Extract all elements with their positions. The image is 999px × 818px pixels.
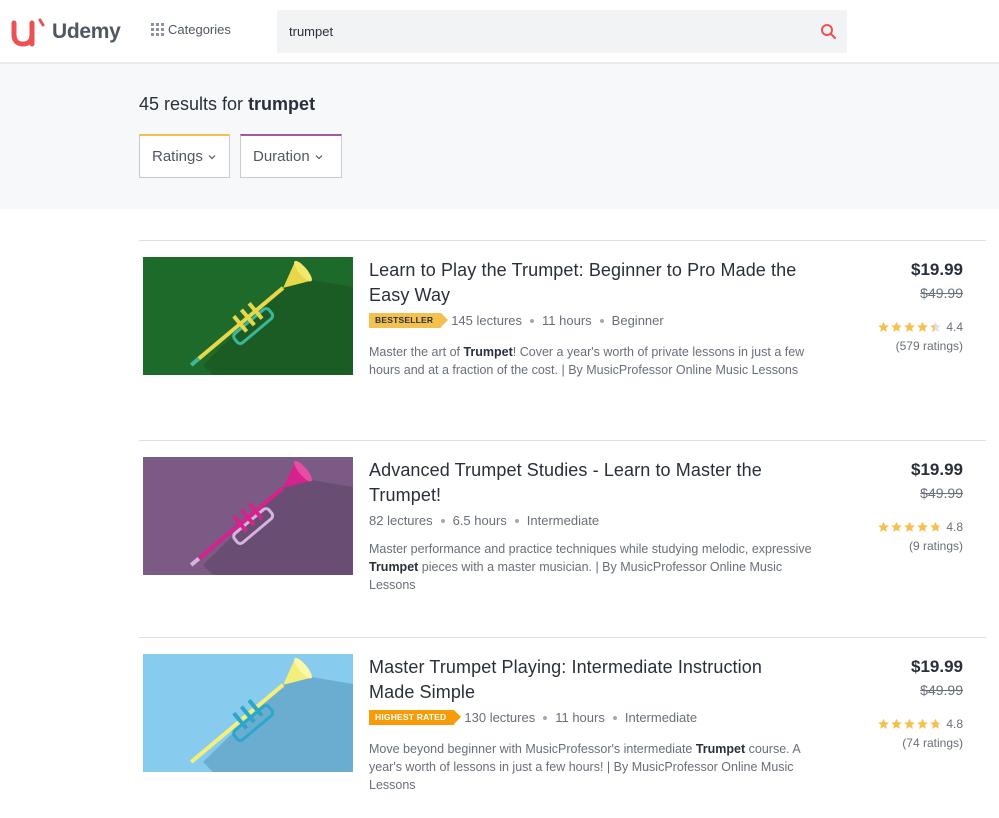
desc-text: Master performance and practice techniqu… xyxy=(369,542,812,556)
course-duration: 11 hours xyxy=(555,710,605,725)
search-bar xyxy=(277,10,847,53)
top-header: Udemy Categories xyxy=(0,0,999,64)
separator-dot xyxy=(599,318,604,323)
star-rating xyxy=(877,718,942,730)
results-count-prefix: 45 results for xyxy=(139,94,244,114)
star-icon xyxy=(904,718,916,729)
star-icon xyxy=(930,718,942,729)
trumpet-icon xyxy=(189,260,353,375)
desc-text: Master the art of xyxy=(369,345,464,359)
desc-keyword: Trumpet xyxy=(695,742,746,756)
bestseller-badge: BESTSELLER xyxy=(369,313,449,328)
desc-keyword: Trumpet xyxy=(463,345,513,359)
chevron-down-icon xyxy=(208,154,216,159)
course-price: $19.99 xyxy=(911,460,963,479)
star-icon xyxy=(891,321,903,332)
course-description: Master the art of Trumpet! Cover a year'… xyxy=(369,343,819,379)
ratings-filter-label: Ratings xyxy=(152,148,203,165)
udemy-logo-icon xyxy=(11,18,45,47)
logo-text: Udemy xyxy=(52,20,121,43)
course-card[interactable]: Master Trumpet Playing: Intermediate Ins… xyxy=(139,637,986,818)
course-rating: 4.4 xyxy=(877,320,963,334)
course-thumbnail[interactable] xyxy=(143,257,353,375)
course-level: Intermediate xyxy=(526,513,600,528)
course-thumbnail[interactable] xyxy=(143,654,353,772)
grid-icon xyxy=(151,23,164,36)
ratings-count: (579 ratings) xyxy=(895,339,963,353)
ratings-count: (74 ratings) xyxy=(902,736,963,750)
star-icon xyxy=(904,521,916,532)
rating-value: 4.4 xyxy=(946,320,963,334)
course-price: $19.99 xyxy=(911,260,963,279)
separator-dot xyxy=(612,715,617,720)
course-title[interactable]: Learn to Play the Trumpet: Beginner to P… xyxy=(369,258,809,308)
original-price: $49.99 xyxy=(920,682,963,698)
categories-button[interactable]: Categories xyxy=(151,22,231,37)
course-duration: 11 hours xyxy=(542,313,592,328)
results-header: 45 results for trumpet Ratings Duration xyxy=(0,64,999,209)
results-count: 45 results for trumpet xyxy=(139,94,315,115)
trumpet-icon xyxy=(189,657,353,772)
separator-dot xyxy=(440,518,445,523)
course-level: Beginner xyxy=(611,313,664,328)
course-meta: 82 lectures 6.5 hours Intermediate xyxy=(369,513,599,528)
star-icon xyxy=(891,718,903,729)
separator-dot xyxy=(543,715,548,720)
highest-rated-badge: HIGHEST RATED xyxy=(369,710,462,725)
desc-text: Move beyond beginner with MusicProfessor… xyxy=(369,742,696,756)
star-rating xyxy=(877,321,942,333)
desc-text: pieces with a master musician. | By Musi… xyxy=(369,560,783,592)
results-query: trumpet xyxy=(248,94,316,114)
course-price: $19.99 xyxy=(911,657,963,676)
star-icon xyxy=(878,718,890,729)
course-description: Move beyond beginner with MusicProfessor… xyxy=(369,740,819,794)
course-rating: 4.8 xyxy=(877,717,963,731)
course-meta: HIGHEST RATED 130 lectures 11 hours Inte… xyxy=(369,710,697,725)
star-icon xyxy=(904,321,916,332)
star-rating xyxy=(877,521,942,533)
star-icon xyxy=(878,321,890,332)
star-icon xyxy=(930,521,942,532)
desc-keyword: Trumpet xyxy=(369,560,419,574)
original-price: $49.99 xyxy=(920,285,963,301)
star-icon xyxy=(930,321,942,332)
ratings-filter-button[interactable]: Ratings xyxy=(139,134,230,178)
star-icon xyxy=(917,321,929,332)
course-title[interactable]: Master Trumpet Playing: Intermediate Ins… xyxy=(369,655,809,705)
separator-dot xyxy=(530,318,535,323)
rating-value: 4.8 xyxy=(946,520,963,534)
course-duration: 6.5 hours xyxy=(452,513,507,528)
duration-filter-label: Duration xyxy=(253,148,310,165)
star-icon xyxy=(917,718,929,729)
course-card[interactable]: Advanced Trumpet Studies - Learn to Mast… xyxy=(139,440,986,637)
categories-label: Categories xyxy=(168,22,231,37)
ratings-count: (9 ratings) xyxy=(908,539,963,553)
lecture-count: 130 lectures xyxy=(464,710,536,725)
course-thumbnail[interactable] xyxy=(143,457,353,575)
course-meta: BESTSELLER 145 lectures 11 hours Beginne… xyxy=(369,313,664,328)
search-input[interactable] xyxy=(277,10,807,53)
lecture-count: 82 lectures xyxy=(369,513,433,528)
star-icon xyxy=(891,521,903,532)
course-title[interactable]: Advanced Trumpet Studies - Learn to Mast… xyxy=(369,458,809,508)
star-icon xyxy=(878,521,890,532)
star-icon xyxy=(917,521,929,532)
search-icon[interactable] xyxy=(820,23,837,40)
duration-filter-button[interactable]: Duration xyxy=(240,134,342,178)
trumpet-icon xyxy=(189,460,353,575)
course-rating: 4.8 xyxy=(877,520,963,534)
course-description: Master performance and practice techniqu… xyxy=(369,540,819,594)
original-price: $49.99 xyxy=(920,485,963,501)
rating-value: 4.8 xyxy=(946,717,963,731)
course-level: Intermediate xyxy=(624,710,698,725)
chevron-down-icon xyxy=(315,154,323,159)
udemy-logo[interactable]: Udemy xyxy=(10,15,121,49)
lecture-count: 145 lectures xyxy=(451,313,523,328)
course-card[interactable]: Learn to Play the Trumpet: Beginner to P… xyxy=(139,240,986,440)
separator-dot xyxy=(514,518,519,523)
